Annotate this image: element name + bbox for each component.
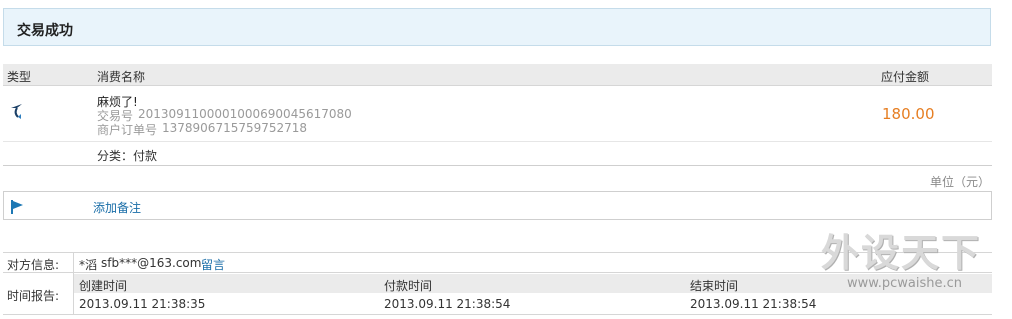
page-title: 交易成功	[17, 23, 73, 39]
transfer-icon	[9, 102, 25, 123]
note-section: 添加备注	[3, 191, 992, 220]
merchant-order-number: 1378906715759752718	[162, 121, 308, 135]
flag-icon	[10, 199, 24, 218]
created-time-value: 2013.09.11 21:38:35	[79, 297, 206, 311]
category-row: 分类： 付款	[3, 142, 992, 166]
ended-time-value: 2013.09.11 21:38:54	[690, 297, 817, 311]
watermark-url: www.pcwaishe.cn	[847, 276, 962, 291]
trade-number: 2013091100001000690045617080	[138, 107, 352, 121]
table-row: 麻烦了! 交易号 2013091100001000690045617080 商户…	[3, 86, 992, 142]
paid-time-label: 付款时间	[384, 279, 433, 293]
counterparty-name: *滔	[79, 258, 98, 272]
created-time-label: 创建时间	[79, 279, 128, 293]
table-header: 类型 消费名称 应付金额	[3, 64, 992, 86]
column-amount: 应付金额	[881, 70, 930, 84]
category-value: 付款	[133, 149, 158, 163]
amount-value: 180.00	[882, 105, 935, 123]
ended-time-label: 结束时间	[690, 279, 739, 293]
unit-label: 单位（元）	[929, 175, 990, 189]
column-name: 消费名称	[97, 70, 146, 84]
watermark-logo: 外设天下 www.pcwaishe.cn	[819, 222, 994, 300]
counterparty-label: 对方信息:	[7, 258, 60, 272]
merchant-order-label: 商户订单号	[97, 123, 158, 137]
column-type: 类型	[7, 70, 32, 84]
add-note-link[interactable]: 添加备注	[93, 199, 141, 216]
time-report-label: 时间报告:	[7, 289, 60, 303]
counterparty-email: sfb***@163.com	[101, 256, 202, 270]
watermark-text: 外设天下	[821, 231, 982, 275]
category-label: 分类：	[97, 149, 134, 163]
status-header: 交易成功	[3, 8, 991, 46]
paid-time-value: 2013.09.11 21:38:54	[384, 297, 511, 311]
message-link[interactable]: 留言	[201, 256, 225, 273]
